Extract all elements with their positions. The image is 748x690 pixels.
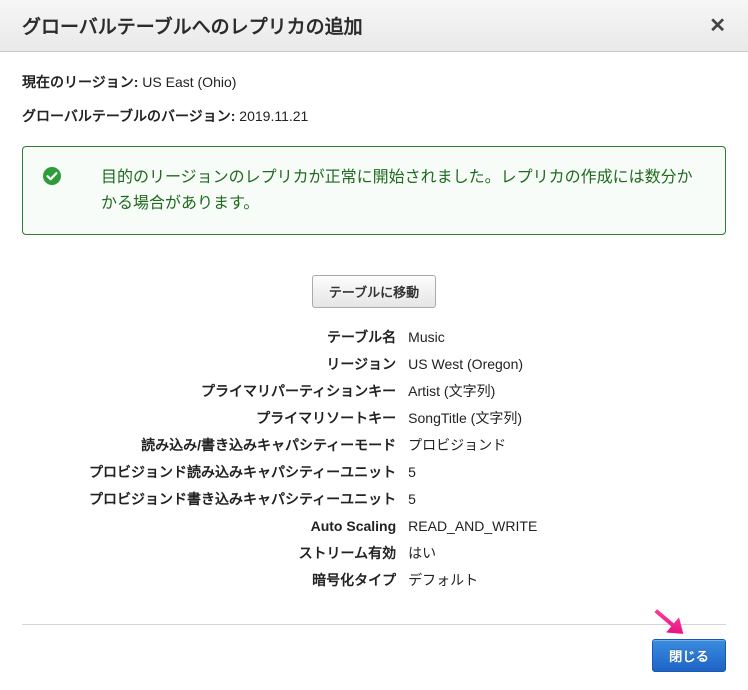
table-row: プライマリソートキー SongTitle (文字列): [22, 405, 726, 432]
table-row: プロビジョンド書き込みキャパシティーユニット 5: [22, 486, 726, 513]
table-row: プロビジョンド読み込みキャパシティーユニット 5: [22, 459, 726, 486]
detail-label: プロビジョンド読み込みキャパシティーユニット: [22, 459, 402, 486]
detail-value: デフォルト: [402, 567, 726, 594]
go-to-table-button[interactable]: テーブルに移動: [312, 275, 436, 308]
detail-label: 読み込み/書き込みキャパシティーモード: [22, 432, 402, 459]
current-region-line: 現在のリージョン: US East (Ohio): [22, 72, 726, 92]
detail-value: はい: [402, 540, 726, 567]
table-row: 暗号化タイプ デフォルト: [22, 567, 726, 594]
detail-value: Artist (文字列): [402, 378, 726, 405]
detail-value: Music: [402, 324, 726, 351]
table-row: 読み込み/書き込みキャパシティーモード プロビジョンド: [22, 432, 726, 459]
detail-label: ストリーム有効: [22, 540, 402, 567]
detail-value: US West (Oregon): [402, 351, 726, 378]
go-to-table-row: テーブルに移動: [22, 275, 726, 308]
table-row: テーブル名 Music: [22, 324, 726, 351]
table-row: Auto Scaling READ_AND_WRITE: [22, 513, 726, 540]
close-icon[interactable]: ✕: [709, 16, 726, 36]
modal-body: 現在のリージョン: US East (Ohio) グローバルテーブルのバージョン…: [0, 52, 748, 616]
detail-label: プロビジョンド書き込みキャパシティーユニット: [22, 486, 402, 513]
version-label: グローバルテーブルのバージョン:: [22, 108, 235, 124]
check-circle-icon: [43, 167, 61, 185]
version-value: 2019.11.21: [239, 108, 308, 124]
detail-label: プライマリパーティションキー: [22, 378, 402, 405]
replica-details-table: テーブル名 Music リージョン US West (Oregon) プライマリ…: [22, 324, 726, 594]
detail-label: テーブル名: [22, 324, 402, 351]
modal-title: グローバルテーブルへのレプリカの追加: [22, 12, 363, 39]
detail-value: READ_AND_WRITE: [402, 513, 726, 540]
table-row: ストリーム有効 はい: [22, 540, 726, 567]
alert-message: 目的のリージョンのレプリカが正常に開始されました。レプリカの作成には数分かかる場…: [77, 165, 703, 216]
table-row: プライマリパーティションキー Artist (文字列): [22, 378, 726, 405]
global-table-version-line: グローバルテーブルのバージョン: 2019.11.21: [22, 106, 726, 126]
modal-header: グローバルテーブルへのレプリカの追加 ✕: [0, 0, 748, 52]
table-row: リージョン US West (Oregon): [22, 351, 726, 378]
current-region-value: US East (Ohio): [142, 74, 236, 90]
close-button[interactable]: 閉じる: [652, 639, 726, 672]
current-region-label: 現在のリージョン:: [22, 74, 138, 90]
detail-label: プライマリソートキー: [22, 405, 402, 432]
detail-value: 5: [402, 459, 726, 486]
detail-value: プロビジョンド: [402, 432, 726, 459]
detail-label: リージョン: [22, 351, 402, 378]
modal-footer: 閉じる: [22, 624, 726, 690]
detail-label: 暗号化タイプ: [22, 567, 402, 594]
detail-value: SongTitle (文字列): [402, 405, 726, 432]
detail-value: 5: [402, 486, 726, 513]
detail-label: Auto Scaling: [22, 513, 402, 540]
success-alert: 目的のリージョンのレプリカが正常に開始されました。レプリカの作成には数分かかる場…: [22, 146, 726, 235]
